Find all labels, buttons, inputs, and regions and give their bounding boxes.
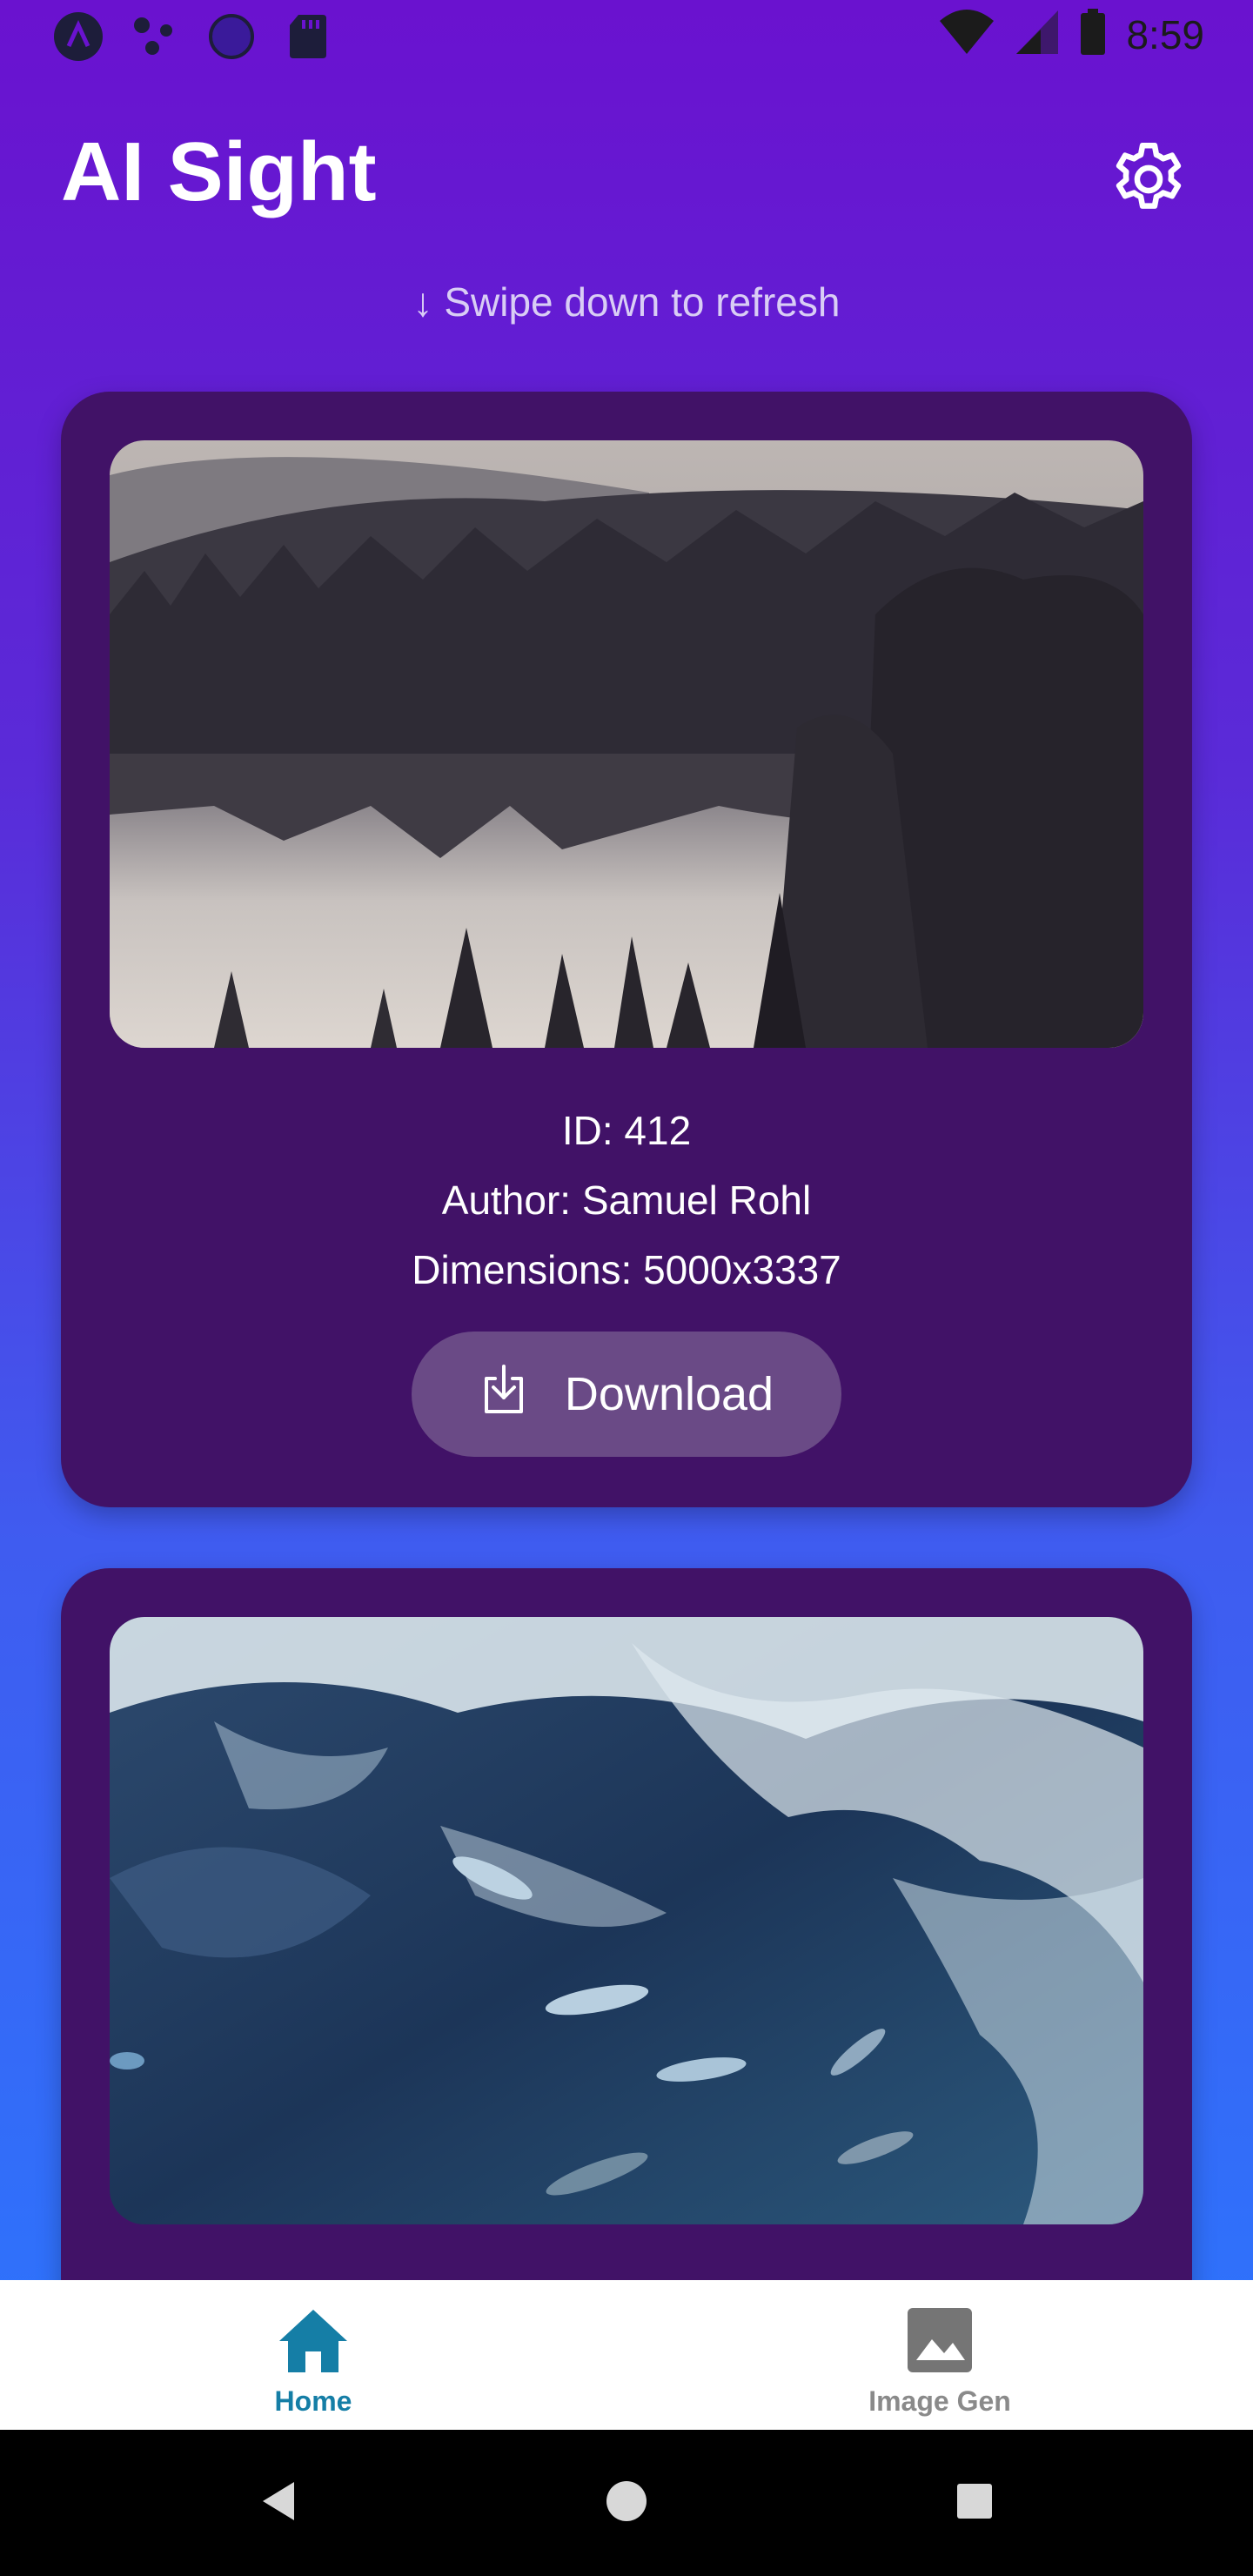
refresh-hint: ↓ Swipe down to refresh	[412, 279, 841, 325]
home-circle-icon	[605, 2479, 648, 2527]
photo-dimensions: Dimensions: 5000x3337	[412, 1247, 841, 1292]
nav-item-home[interactable]: Home	[183, 2306, 444, 2428]
nav-label-image-gen: Image Gen	[868, 2385, 1011, 2417]
wifi-icon	[938, 9, 995, 60]
download-icon	[479, 1363, 528, 1426]
nav-label-home: Home	[274, 2385, 352, 2417]
download-button[interactable]: Download	[412, 1332, 841, 1457]
app-title: AI Sight	[61, 125, 377, 218]
home-system-button[interactable]	[597, 2473, 656, 2532]
back-button[interactable]	[249, 2473, 308, 2532]
system-nav-bar	[0, 2430, 1253, 2576]
screen: 8:59 AI Sight ↓ Swipe down to refresh ID…	[0, 0, 1253, 2576]
sd-card-icon	[282, 12, 334, 61]
home-icon	[276, 2306, 351, 2378]
bottom-nav: Home Image Gen	[0, 2280, 1253, 2430]
gear-icon	[1106, 137, 1191, 226]
circle-icon	[205, 12, 258, 61]
status-bar: 8:59	[0, 0, 1253, 73]
settings-button[interactable]	[1105, 138, 1192, 225]
dots-icon	[129, 12, 181, 61]
recents-button[interactable]	[945, 2473, 1004, 2532]
forest-lake-photo[interactable]	[110, 440, 1143, 1048]
photo-card: ID: 412 Author: Samuel Rohl Dimensions: …	[61, 392, 1192, 1507]
nav-item-image-gen[interactable]: Image Gen	[809, 2306, 1070, 2428]
photo-card	[61, 1568, 1192, 2351]
app-a-icon	[52, 12, 104, 61]
cell-signal-icon	[1015, 9, 1060, 60]
download-label: Download	[564, 1368, 774, 1420]
fish-water-photo[interactable]	[110, 1617, 1143, 2224]
back-triangle-icon	[259, 2480, 298, 2526]
photo-id: ID: 412	[561, 1108, 692, 1153]
photo-author: Author: Samuel Rohl	[441, 1177, 812, 1223]
image-icon	[906, 2306, 974, 2378]
battery-icon	[1079, 9, 1107, 60]
status-time: 8:59	[1126, 11, 1204, 57]
recents-square-icon	[955, 2482, 994, 2525]
